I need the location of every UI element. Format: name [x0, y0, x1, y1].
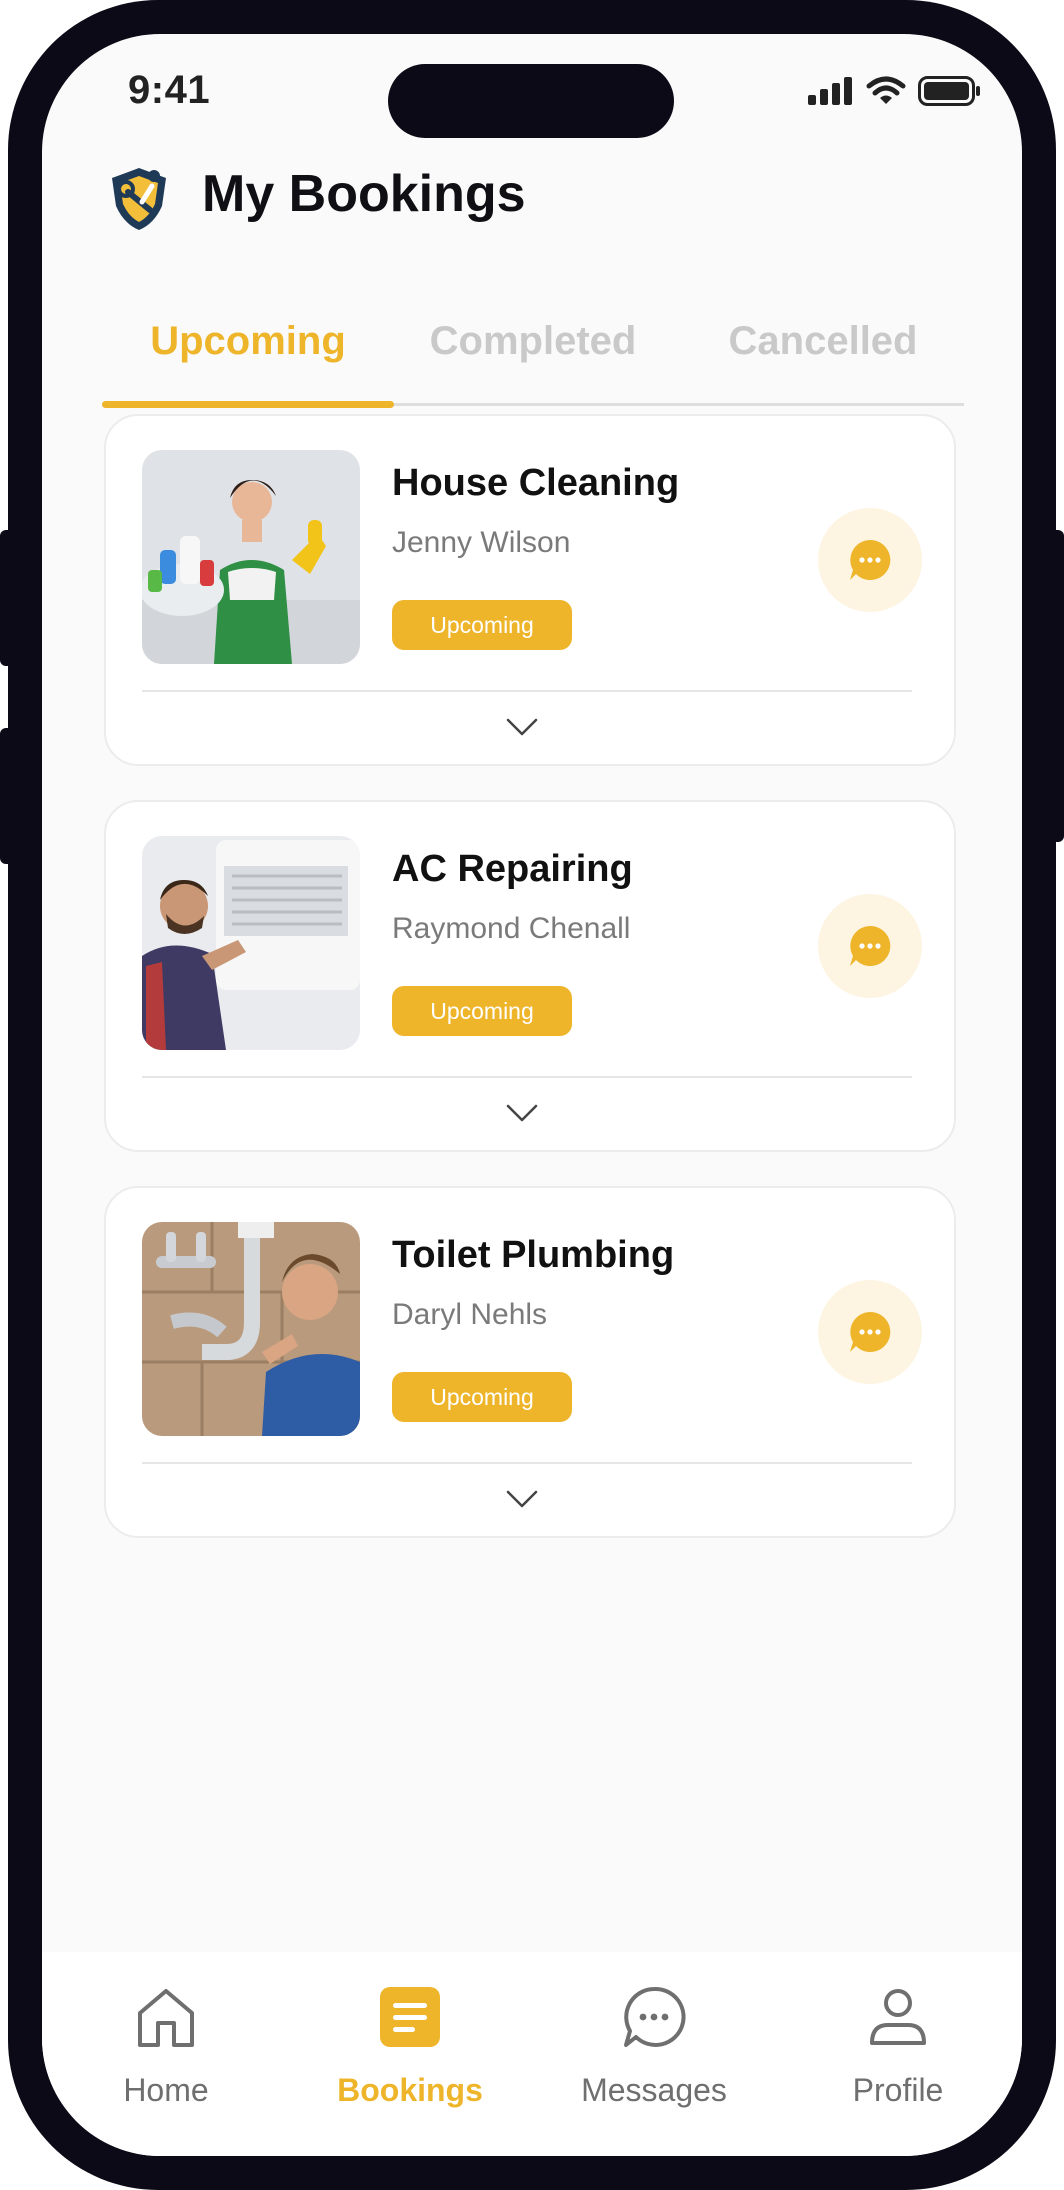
expand-button[interactable] [502, 712, 542, 742]
provider-name: Jenny Wilson [392, 526, 571, 559]
service-name: House Cleaning [392, 462, 680, 504]
nav-bookings[interactable]: Bookings [300, 1952, 520, 2132]
cellular-signal-icon [808, 77, 852, 105]
chat-bubble-icon [850, 1311, 891, 1352]
side-button-right [1050, 530, 1064, 842]
tab-completed[interactable]: Completed [402, 296, 664, 386]
service-image [142, 836, 360, 1050]
wifi-icon [866, 76, 906, 104]
booking-tabs: Upcoming Completed Cancelled [102, 296, 964, 408]
active-tab-indicator [102, 401, 394, 408]
home-icon [138, 1989, 194, 2047]
booking-card[interactable]: AC Repairing Raymond Chenall Upcoming [104, 800, 956, 1152]
nav-messages[interactable]: Messages [544, 1952, 764, 2132]
messages-icon [624, 1986, 686, 2047]
chat-button[interactable] [818, 1280, 922, 1384]
service-name: Toilet Plumbing [392, 1234, 675, 1276]
app-logo-icon [112, 168, 166, 230]
chat-bubble-icon [850, 925, 891, 966]
chevron-down-icon [506, 718, 538, 736]
status-icons [808, 76, 982, 106]
chevron-down-icon [506, 1104, 538, 1122]
booking-card[interactable]: House Cleaning Jenny Wilson Upcoming [104, 414, 956, 766]
expand-button[interactable] [502, 1098, 542, 1128]
service-image [142, 450, 360, 664]
profile-icon [870, 1989, 926, 2045]
side-button-left-top [0, 530, 14, 666]
provider-name: Daryl Nehls [392, 1298, 548, 1331]
status-time: 9:41 [128, 68, 211, 112]
chat-bubble-icon [850, 539, 891, 580]
battery-icon [918, 76, 980, 106]
provider-name: Raymond Chenall [392, 912, 631, 945]
nav-label-messages: Messages [581, 2072, 727, 2108]
chat-button[interactable] [818, 894, 922, 998]
status-badge: Upcoming [392, 986, 572, 1036]
screen: 9:41 My Bookings Upcoming Completed Canc… [42, 34, 1022, 2156]
tab-upcoming[interactable]: Upcoming [102, 296, 394, 386]
bottom-navigation: Home Bookings Messages Profile [42, 1952, 1022, 2156]
card-divider [142, 1462, 912, 1464]
service-image [142, 1222, 360, 1436]
dynamic-island [388, 64, 674, 138]
card-divider [142, 690, 912, 692]
side-button-left-bottom [0, 728, 14, 864]
tab-cancelled[interactable]: Cancelled [682, 296, 964, 386]
card-divider [142, 1076, 912, 1078]
chevron-down-icon [506, 1490, 538, 1508]
service-name: AC Repairing [392, 848, 633, 890]
expand-button[interactable] [502, 1484, 542, 1514]
nav-label-home: Home [123, 2072, 209, 2108]
page-title: My Bookings [202, 165, 526, 223]
nav-label-bookings: Bookings [337, 2072, 483, 2108]
status-badge: Upcoming [392, 600, 572, 650]
chat-button[interactable] [818, 508, 922, 612]
nav-profile[interactable]: Profile [788, 1952, 1008, 2132]
nav-label-profile: Profile [852, 2072, 944, 2108]
nav-home[interactable]: Home [56, 1952, 276, 2132]
booking-card[interactable]: Toilet Plumbing Daryl Nehls Upcoming [104, 1186, 956, 1538]
status-badge: Upcoming [392, 1372, 572, 1422]
bookings-icon [380, 1987, 440, 2047]
